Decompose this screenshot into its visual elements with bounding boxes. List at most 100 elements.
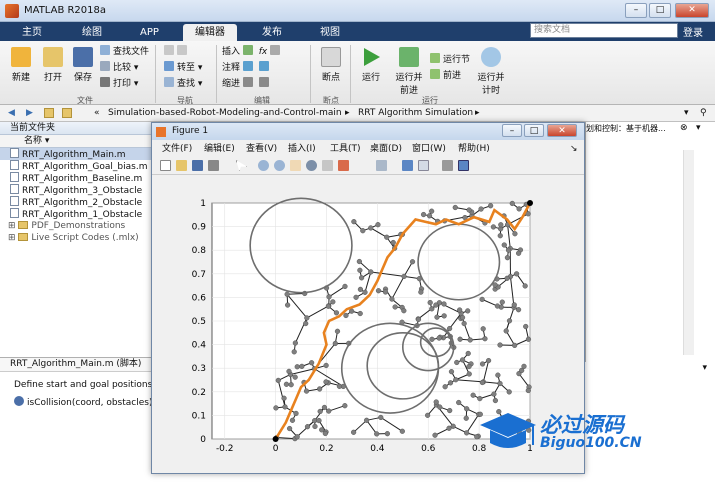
list-item[interactable]: ⊞ Live Script Codes (.mlx)	[0, 232, 152, 244]
address-dropdown-icon[interactable]: ▾	[684, 105, 689, 121]
save-button[interactable]: 保存	[68, 47, 98, 83]
colorbar-icon[interactable]	[402, 160, 413, 171]
editor-close-icon[interactable]: ⊗	[680, 123, 688, 133]
find-files-button[interactable]: 查找文件	[100, 45, 149, 57]
editor-tab-label[interactable]: 划和控制：基于机器...	[586, 123, 666, 134]
tree-node	[494, 303, 501, 309]
tree-node	[317, 408, 323, 415]
run-advance-button[interactable]: 运行并前进	[392, 47, 426, 96]
editor-scrollbar[interactable]	[683, 150, 694, 355]
menu-edit[interactable]: 编辑(E)	[204, 142, 235, 156]
menu-insert[interactable]: 插入(I)	[288, 142, 316, 156]
tab-view[interactable]: 视图	[308, 24, 352, 41]
link-plot-icon[interactable]	[376, 160, 387, 171]
list-item[interactable]: RRT_Algorithm_Goal_bias.m	[0, 160, 152, 172]
show-plot-tools-icon[interactable]	[458, 160, 469, 171]
brush-icon[interactable]	[338, 160, 349, 171]
outdent-icon	[258, 77, 269, 87]
figure-close-button[interactable]: ✕	[547, 124, 577, 137]
tree-node	[293, 410, 299, 417]
pan-hand-icon[interactable]	[290, 160, 301, 171]
run-button[interactable]: 运行	[356, 47, 386, 83]
minimize-button[interactable]: –	[625, 3, 647, 18]
name-column-header[interactable]: 名称 ▾	[0, 135, 152, 148]
tree-node	[479, 296, 485, 302]
browse-folder-icon[interactable]	[62, 108, 72, 118]
nav-arrows[interactable]	[164, 45, 202, 57]
open-button[interactable]: 打开	[38, 47, 68, 83]
menu-tools[interactable]: 工具(T)	[330, 142, 361, 156]
find-button[interactable]: 查找 ▾	[164, 77, 202, 89]
new-figure-icon[interactable]	[160, 160, 171, 171]
tree-node	[432, 432, 438, 438]
goto-button[interactable]: 转至 ▾	[164, 61, 202, 73]
tree-node	[467, 337, 473, 343]
legend-icon[interactable]	[418, 160, 429, 171]
zoom-out-icon[interactable]	[274, 160, 285, 171]
tree-node	[522, 283, 528, 289]
tree-node	[321, 404, 328, 411]
tree-node	[513, 271, 520, 277]
menu-window[interactable]: 窗口(W)	[412, 142, 446, 156]
menu-desktop[interactable]: 桌面(D)	[370, 142, 402, 156]
list-item[interactable]: RRT_Algorithm_Baseline.m	[0, 172, 152, 184]
tree-node	[384, 431, 390, 437]
run-time-button[interactable]: 运行并计时	[474, 47, 508, 96]
editor-dropdown-icon[interactable]: ▾	[696, 123, 701, 133]
print-figure-icon[interactable]	[208, 160, 219, 171]
figure-maximize-button[interactable]: □	[524, 124, 544, 137]
back-arrow-icon[interactable]: ◀	[8, 105, 15, 121]
search-input[interactable]: 搜索文档	[530, 23, 678, 38]
zoom-in-icon[interactable]	[258, 160, 269, 171]
maximize-button[interactable]: □	[649, 3, 671, 18]
path-segment-2[interactable]: RRT Algorithm Simulation	[358, 105, 473, 121]
run-section-button[interactable]: 运行节	[430, 53, 470, 65]
address-search-icon[interactable]: ⚲	[700, 105, 707, 121]
close-button[interactable]: ✕	[675, 3, 709, 18]
run-section-icon	[430, 53, 440, 63]
indent-button[interactable]: 缩进	[222, 77, 283, 89]
open-file-icon[interactable]	[176, 160, 187, 171]
tab-publish[interactable]: 发布	[250, 24, 294, 41]
list-item[interactable]: RRT_Algorithm_1_Obstacle	[0, 208, 152, 220]
pointer-icon[interactable]	[236, 160, 247, 171]
tree-node	[389, 296, 395, 302]
forward-arrow-icon[interactable]: ▶	[26, 105, 33, 121]
menu-view[interactable]: 查看(V)	[246, 142, 277, 156]
list-item[interactable]: RRT_Algorithm_Main.m	[0, 148, 152, 160]
list-item[interactable]: RRT_Algorithm_2_Obstacle	[0, 196, 152, 208]
save-figure-icon[interactable]	[192, 160, 203, 171]
tab-plots[interactable]: 绘图	[70, 24, 114, 41]
folder-icon	[18, 221, 29, 229]
advance-button[interactable]: 前进	[430, 69, 470, 81]
list-item[interactable]: ⊞ PDF_Demonstrations	[0, 220, 152, 232]
tab-apps[interactable]: APP	[128, 24, 171, 41]
comment-button[interactable]: 注释	[222, 61, 283, 73]
path-segment-1[interactable]: Simulation-based-Robot-Modeling-and-Cont…	[108, 105, 342, 121]
data-cursor-icon[interactable]	[322, 160, 333, 171]
breakpoints-button[interactable]: 断点	[316, 47, 346, 83]
list-item[interactable]: RRT_Algorithm_3_Obstacle	[0, 184, 152, 196]
new-icon	[11, 47, 31, 67]
menu-help[interactable]: 帮助(H)	[458, 142, 490, 156]
hide-plot-tools-icon[interactable]	[442, 160, 453, 171]
tree-node	[342, 283, 348, 290]
login-link[interactable]: 登录	[683, 24, 703, 39]
tab-editor[interactable]: 编辑器	[183, 24, 237, 41]
tab-home[interactable]: 主页	[10, 24, 54, 41]
matlab-figure-icon	[156, 127, 166, 137]
tree-node	[288, 382, 294, 388]
up-folder-icon[interactable]	[44, 108, 54, 118]
folder-icon	[18, 233, 29, 241]
dock-arrow-icon[interactable]: ↘	[570, 142, 578, 156]
tree-node	[362, 289, 368, 295]
new-button[interactable]: 新建	[6, 47, 36, 83]
print-button[interactable]: 打印 ▾	[100, 77, 149, 89]
tree-node	[343, 312, 349, 319]
menu-file[interactable]: 文件(F)	[162, 142, 192, 156]
compare-button[interactable]: 比较 ▾	[100, 61, 149, 73]
figure-minimize-button[interactable]: –	[502, 124, 522, 137]
pane-dropdown-icon[interactable]: ▾	[702, 363, 707, 373]
rotate-icon[interactable]	[306, 160, 317, 171]
insert-button[interactable]: 插入 fx	[222, 45, 283, 57]
